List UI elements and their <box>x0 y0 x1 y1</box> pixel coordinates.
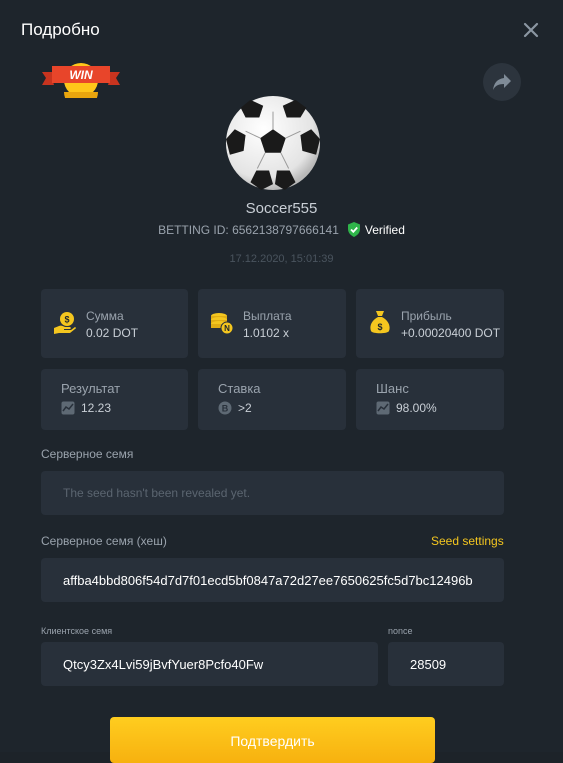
stat-card-profit: $ Прибыль +0.00020400 DOT <box>356 289 504 358</box>
stat-card-chance: Шанс 98.00% <box>356 369 504 430</box>
server-seed-hash-field[interactable]: affba4bbd806f54d7d7f01ecd5bf0847a72d27ee… <box>41 558 504 602</box>
verified-badge: Verified <box>347 222 405 237</box>
share-arrow-icon <box>493 74 511 90</box>
stat-label: Ставка <box>218 381 261 396</box>
money-bag-icon: $ <box>370 311 390 334</box>
coin-hand-icon: $ <box>54 312 76 334</box>
stat-value: 0.02 DOT <box>86 326 139 340</box>
close-icon[interactable] <box>521 20 541 40</box>
result-icon <box>61 401 75 415</box>
win-badge: WIN <box>40 58 122 109</box>
stat-card-amount: $ Сумма 0.02 DOT <box>41 289 188 358</box>
stat-card-payout: N Выплата 1.0102 x <box>198 289 346 358</box>
verified-label: Verified <box>364 222 405 237</box>
soccer-ball-icon <box>224 94 322 192</box>
stat-card-result: Результат 12.23 <box>41 369 188 430</box>
bet-datetime: 17.12.2020, 15:01:39 <box>229 253 334 265</box>
server-seed-hash-label: Серверное семя (хеш) <box>41 534 167 548</box>
confirm-button[interactable]: Подтвердить <box>110 717 435 763</box>
betting-id: BETTING ID: 6562138797666141 <box>158 222 339 237</box>
stat-card-bet: Ставка B >2 <box>198 369 346 430</box>
stat-label: Выплата <box>243 309 292 323</box>
stat-value: 12.23 <box>81 401 112 415</box>
client-seed-label: Клиентское семя <box>41 626 113 636</box>
stat-label: Сумма <box>86 309 124 323</box>
bet-details-modal: Подробно WIN Soccer555 BETTING ID: 65621… <box>0 0 563 763</box>
coin-stack-icon: N <box>211 313 234 335</box>
svg-text:B: B <box>222 404 229 414</box>
client-seed-field[interactable]: Qtcy3Zx4Lvi59jBvfYuer8Pcfo40Fw <box>41 642 378 686</box>
modal-title: Подробно <box>21 20 100 39</box>
server-seed-label: Серверное семя <box>41 447 134 461</box>
stat-value: +0.00020400 DOT <box>401 326 501 340</box>
player-username: Soccer555 <box>245 200 318 217</box>
stat-label: Прибыль <box>401 309 452 323</box>
stat-value: 1.0102 x <box>243 326 290 340</box>
shield-check-icon <box>347 222 360 237</box>
stat-value: >2 <box>238 401 252 415</box>
server-seed-field: The seed hasn't been revealed yet. <box>41 471 504 515</box>
svg-text:N: N <box>224 324 230 333</box>
chance-icon <box>376 401 390 415</box>
stat-label: Шанс <box>376 381 409 396</box>
nonce-field[interactable]: 28509 <box>388 642 504 686</box>
svg-text:$: $ <box>64 315 69 325</box>
stat-label: Результат <box>61 381 121 396</box>
svg-text:$: $ <box>377 322 382 332</box>
share-button[interactable] <box>483 63 521 101</box>
nonce-label: nonce <box>388 626 413 636</box>
stat-value: 98.00% <box>396 401 437 415</box>
seed-settings-link[interactable]: Seed settings <box>431 534 504 548</box>
betting-id-row: BETTING ID: 6562138797666141 Verified <box>0 222 563 237</box>
win-badge-label: WIN <box>69 68 93 82</box>
bet-icon: B <box>218 401 232 415</box>
